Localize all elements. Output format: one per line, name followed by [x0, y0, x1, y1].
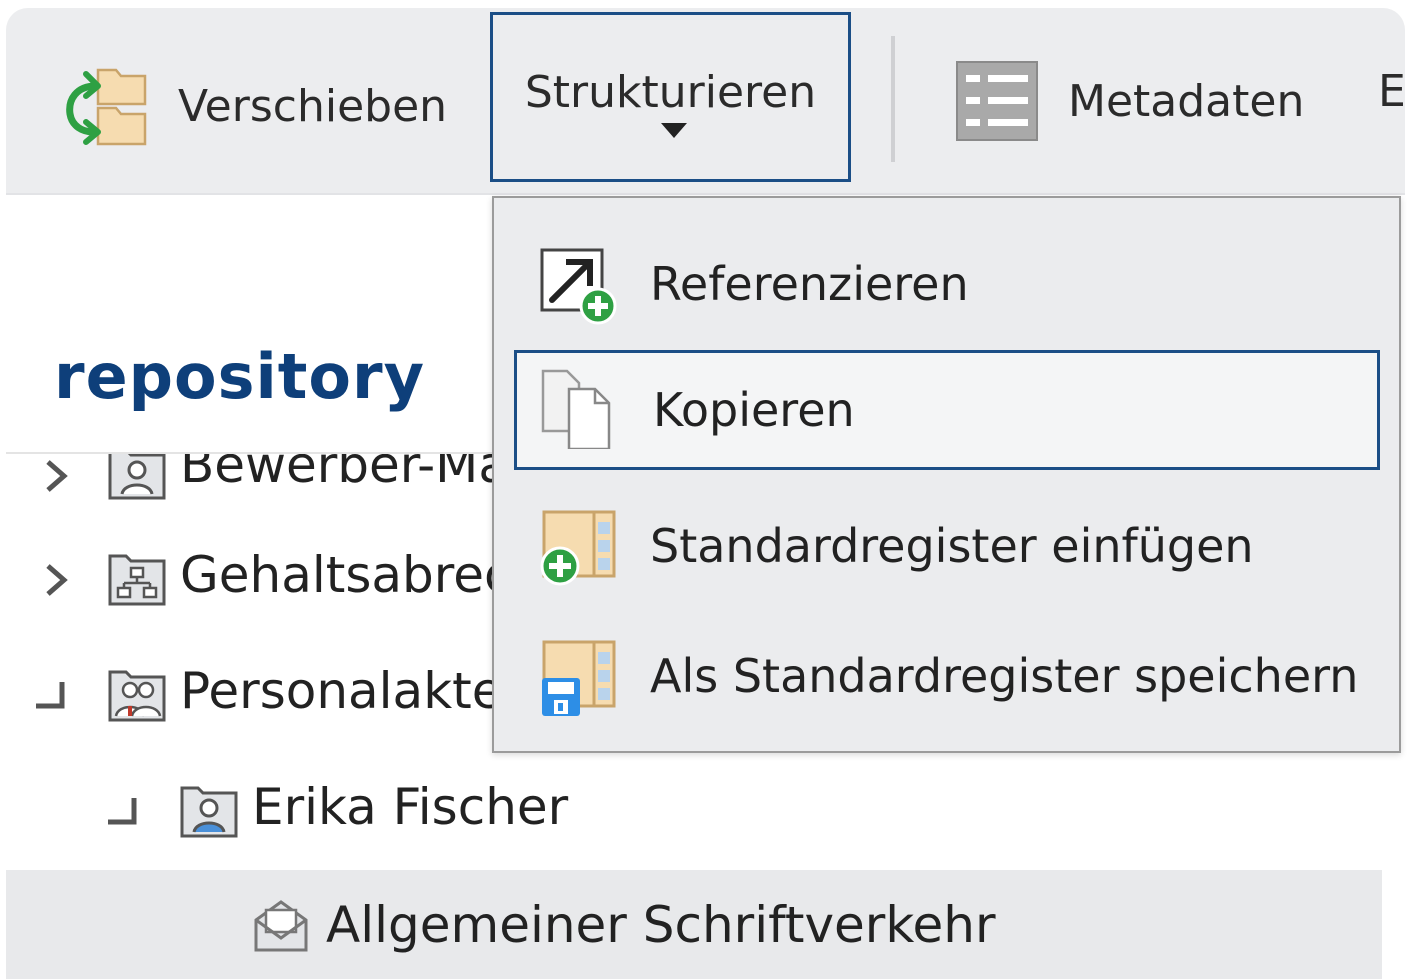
branch-end-icon — [108, 798, 137, 825]
move-button-label: Verschieben — [178, 80, 448, 132]
tree-item[interactable]: Erika Fischer — [6, 756, 1382, 868]
branch-end-icon — [36, 682, 65, 709]
caret-down-icon — [661, 123, 687, 138]
menu-item-copy[interactable]: Kopieren — [514, 350, 1380, 470]
menu-item-label: Referenzieren — [650, 257, 969, 311]
structure-dropdown-menu: Referenzieren Kopieren Standardregister … — [492, 196, 1401, 753]
tree-item-label: Bewerber-Ma — [180, 454, 509, 494]
structure-menu-button[interactable]: Strukturieren — [490, 12, 851, 182]
toolbar: Verschieben Strukturieren Metadaten E — [6, 8, 1406, 195]
move-button[interactable]: Verschieben — [62, 58, 447, 154]
person-folder-icon — [180, 786, 238, 838]
menu-item-save-standard-register[interactable]: Als Standardregister speichern — [514, 616, 1380, 736]
metadata-button[interactable]: Metadaten — [956, 58, 1304, 144]
copy-icon — [541, 369, 611, 449]
menu-item-insert-standard-register[interactable]: Standardregister einfügen — [514, 486, 1380, 606]
org-folder-icon — [108, 554, 166, 606]
chevron-right-icon[interactable] — [36, 456, 76, 496]
tree-item-label: Erika Fischer — [252, 778, 569, 836]
metadata-button-label: Metadaten — [1068, 75, 1305, 127]
tree-item-label: Gehaltsabrec — [180, 546, 512, 604]
toolbar-overflow-button[interactable]: E — [1378, 66, 1406, 117]
person-folder-icon — [108, 454, 166, 500]
register-add-icon — [540, 510, 616, 586]
menu-item-reference[interactable]: Referenzieren — [514, 224, 1380, 344]
tree-item-selected[interactable]: Allgemeiner Schriftverkehr — [6, 870, 1382, 979]
envelope-icon — [254, 900, 308, 952]
menu-item-label: Als Standardregister speichern — [650, 649, 1359, 703]
metadata-list-icon — [956, 61, 1038, 141]
overflow-button-label: E — [1378, 66, 1406, 117]
menu-item-label: Kopieren — [653, 383, 855, 437]
move-folder-icon — [66, 68, 147, 146]
tree-item-label: Allgemeiner Schriftverkehr — [326, 896, 996, 954]
structure-button-label: Strukturieren — [524, 67, 817, 118]
toolbar-separator — [891, 36, 895, 162]
register-save-icon — [542, 640, 616, 716]
repository-logo: repository — [54, 340, 425, 413]
chevron-right-icon[interactable] — [36, 560, 76, 600]
reference-add-icon — [540, 248, 617, 325]
people-folder-icon — [108, 670, 166, 722]
tree-item-label: Personalakte — [180, 662, 503, 720]
menu-item-label: Standardregister einfügen — [650, 519, 1254, 573]
